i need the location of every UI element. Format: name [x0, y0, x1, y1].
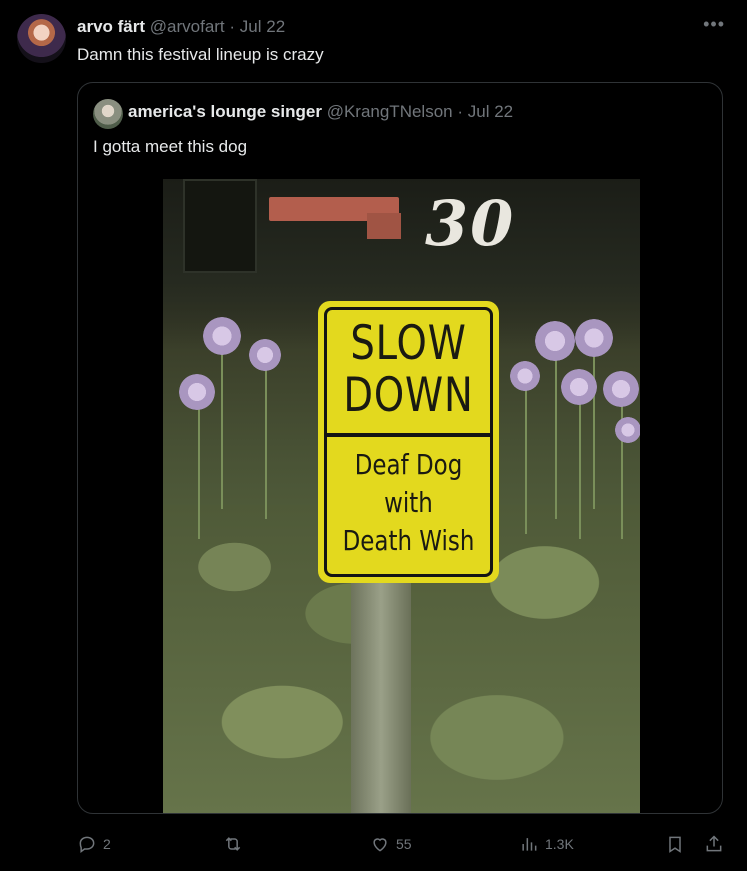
photo-flower — [203, 317, 241, 355]
photo-road-sign: SLOW DOWN Deaf Dog with Death Wish — [318, 301, 499, 583]
photo-flower — [179, 374, 215, 410]
share-button[interactable] — [704, 826, 724, 862]
photo-flower-stem — [221, 339, 223, 509]
bookmark-button[interactable] — [665, 826, 685, 862]
tweet-text: Damn this festival lineup is crazy — [77, 45, 324, 64]
tweet-action-bar: 2 55 1.3K — [77, 826, 737, 862]
photo-flower-stem — [579, 389, 581, 539]
bookmark-icon — [669, 836, 681, 853]
author-avatar[interactable] — [17, 14, 66, 63]
quoted-tweet-photo[interactable]: 30 SLOW DOWN Deaf Dog with Death Wish — [163, 179, 640, 813]
photo-flower — [575, 319, 613, 357]
sign-text-line: with — [384, 486, 433, 519]
photo-flower — [615, 417, 640, 443]
views-button[interactable]: 1.3K — [519, 826, 574, 862]
tweet-header: arvo färt @arvofart · Jul 22 — [77, 17, 285, 37]
photo-flower — [535, 321, 575, 361]
photo-window — [183, 179, 257, 273]
sign-text-line: SLOW — [350, 316, 467, 371]
photo-mailbox-flag-tab — [367, 213, 401, 239]
more-horizontal-icon[interactable]: ••• — [703, 14, 725, 35]
photo-flower — [561, 369, 597, 405]
photo-flower-stem — [198, 389, 200, 539]
repost-icon — [225, 837, 241, 851]
photo-sign-post — [351, 577, 411, 813]
quoted-tweet-header: america's lounge singer @KrangTNelson · … — [128, 102, 513, 122]
photo-flower-stem — [265, 349, 267, 519]
share-icon — [706, 835, 722, 852]
photo-house-number: 30 — [425, 187, 516, 260]
quoted-header-separator: · — [457, 102, 464, 121]
sign-divider — [326, 433, 491, 437]
quoted-tweet-date: Jul 22 — [467, 102, 514, 121]
sign-text-line: Deaf Dog — [354, 448, 463, 481]
reply-button[interactable]: 2 — [77, 826, 111, 862]
quoted-tweet-card[interactable]: america's lounge singer @KrangTNelson · … — [77, 82, 723, 814]
sign-text-line: DOWN — [343, 368, 474, 423]
views-count: 1.3K — [545, 836, 574, 852]
photo-flower-stem — [621, 389, 623, 539]
tweet-date[interactable]: Jul 22 — [240, 17, 285, 36]
photo-flower — [603, 371, 639, 407]
quoted-author-avatar — [93, 99, 123, 129]
quoted-author-handle: @KrangTNelson — [326, 102, 453, 121]
like-button[interactable]: 55 — [370, 826, 412, 862]
quoted-tweet-text: I gotta meet this dog — [93, 137, 248, 156]
reply-count: 2 — [103, 836, 111, 852]
header-separator: · — [229, 17, 236, 36]
photo-flower — [510, 361, 540, 391]
heart-icon — [373, 838, 387, 852]
quoted-author-name: america's lounge singer — [128, 102, 322, 121]
sign-text-line: Death Wish — [342, 524, 475, 557]
photo-road-sign-border: SLOW DOWN Deaf Dog with Death Wish — [324, 307, 493, 577]
views-chart-icon — [522, 838, 537, 851]
repost-button[interactable] — [223, 826, 249, 862]
author-handle[interactable]: @arvofart — [150, 17, 225, 36]
like-count: 55 — [396, 836, 412, 852]
photo-flower — [249, 339, 281, 371]
photo-flower-stem — [555, 339, 557, 519]
photo-flower-stem — [525, 374, 527, 534]
reply-icon — [79, 836, 95, 853]
author-name[interactable]: arvo färt — [77, 17, 145, 36]
